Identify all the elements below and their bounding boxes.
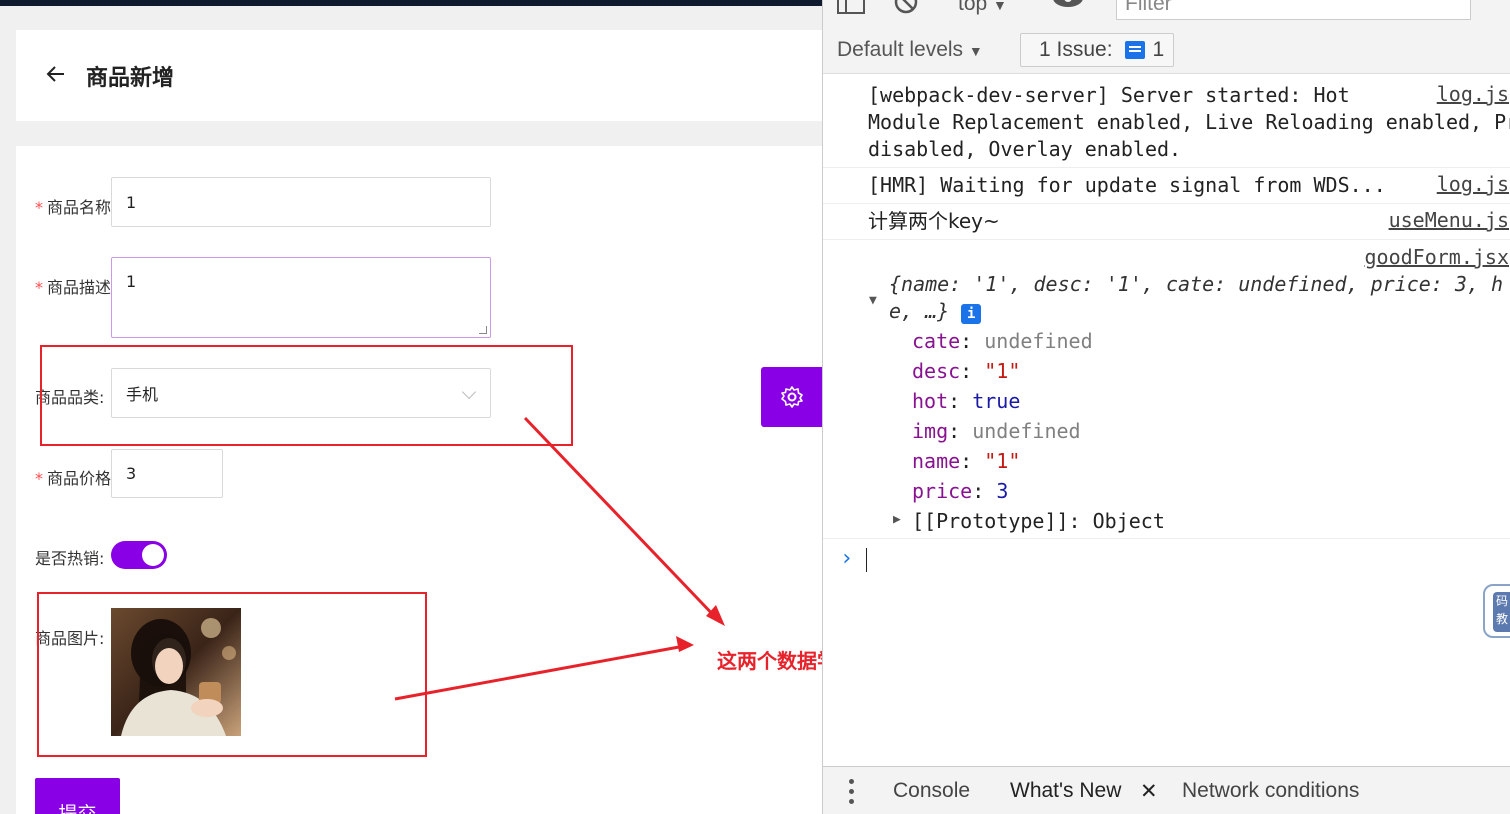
- prop-value: true: [972, 389, 1021, 413]
- prop-key: price: [912, 479, 973, 503]
- log-source-link[interactable]: goodForm.jsx: [1365, 245, 1510, 269]
- clear-console-icon[interactable]: [893, 0, 919, 16]
- object-summary[interactable]: {name: '1', desc: '1', cate: undefined, …: [889, 272, 1503, 296]
- annotation-text: 这两个数据学没有收集到: [717, 649, 822, 673]
- console-log-entry: [webpack-dev-server] Server started: Hot…: [823, 74, 1510, 168]
- prop-value: undefined: [972, 419, 1081, 443]
- prop-key: img: [912, 419, 949, 443]
- prop-key: cate: [912, 329, 961, 353]
- back-arrow-icon[interactable]: [46, 64, 66, 84]
- object-summary-line2: e, …}: [889, 299, 950, 323]
- issues-label: 1 Issue:: [1039, 38, 1113, 61]
- name-label-text: 商品名称: [47, 198, 111, 217]
- tab-whats-new[interactable]: What's New: [1010, 779, 1121, 803]
- expand-triangle-icon[interactable]: ▼: [869, 293, 877, 308]
- required-star: *: [35, 278, 43, 297]
- hot-label: 是否热销:: [35, 549, 105, 568]
- app-panel: 商品新增 * 商品名称 1 * 商品描述 1 商品品类: 手机 * 商品价格 3 是否…: [0, 0, 822, 814]
- required-star: *: [35, 469, 43, 488]
- prop-value: "1": [984, 359, 1021, 383]
- context-selector[interactable]: top ▼: [958, 0, 1007, 16]
- desc-label: * 商品描述: [35, 274, 111, 298]
- devtools-toolbar-levels: Default levels ▼ 1 Issue: 1: [823, 24, 1510, 74]
- prop-key: name: [912, 449, 961, 473]
- chevron-down-icon: ▼: [993, 0, 1007, 13]
- settings-button[interactable]: [761, 367, 822, 427]
- prototype-line[interactable]: [[Prototype]]: Object: [912, 509, 1165, 533]
- prompt-chevron-icon: ›: [840, 546, 854, 571]
- log-text: 计算两个key~: [868, 209, 1000, 233]
- object-prop: cate: undefined: [912, 329, 1093, 353]
- log-source-link[interactable]: useMenu.js: [1389, 208, 1509, 232]
- submit-button[interactable]: 提交: [35, 778, 120, 814]
- price-label: * 商品价格: [35, 465, 111, 489]
- info-icon[interactable]: i: [961, 304, 982, 324]
- page-title: 商品新增: [86, 66, 175, 91]
- close-icon[interactable]: ✕: [1140, 779, 1158, 804]
- object-prop: desc: "1": [912, 359, 1021, 383]
- more-vertical-icon[interactable]: [849, 779, 855, 805]
- levels-label: Default levels: [837, 38, 964, 61]
- price-input[interactable]: 3: [111, 449, 223, 498]
- console-input-caret[interactable]: [866, 548, 867, 572]
- object-prop: hot: true: [912, 389, 1021, 413]
- object-prop: name: "1": [912, 449, 1021, 473]
- switch-knob: [142, 544, 164, 566]
- name-label: * 商品名称: [35, 194, 111, 218]
- top-bar: [0, 0, 822, 6]
- issues-count: 1: [1152, 38, 1165, 61]
- annotation-box-image: [37, 592, 427, 757]
- sidebar-toggle-icon[interactable]: [837, 0, 865, 16]
- object-prop: img: undefined: [912, 419, 1081, 443]
- console-log-entry: [HMR] Waiting for update signal from WDS…: [823, 168, 1510, 204]
- object-summary-cont: e, …} i: [889, 299, 982, 324]
- prop-value: 3: [996, 479, 1009, 503]
- side-badge[interactable]: 码 教: [1483, 584, 1510, 638]
- gear-icon: [780, 386, 803, 408]
- levels-dropdown[interactable]: Default levels ▼: [837, 38, 983, 62]
- tab-network-conditions[interactable]: Network conditions: [1182, 779, 1359, 803]
- object-prop: price: 3: [912, 479, 1009, 503]
- issues-button[interactable]: 1 Issue: 1: [1020, 33, 1174, 67]
- log-source-link[interactable]: log.js: [1420, 82, 1509, 106]
- desc-label-text: 商品描述: [47, 278, 111, 297]
- expand-triangle-icon[interactable]: ▶: [893, 512, 901, 527]
- name-input[interactable]: 1: [111, 177, 491, 227]
- tab-console[interactable]: Console: [893, 779, 970, 803]
- devtools-toolbar-top: top ▼ Filter: [823, 0, 1510, 24]
- page-header: 商品新增: [16, 30, 822, 121]
- message-icon: [1124, 41, 1145, 59]
- eye-icon[interactable]: [1051, 0, 1085, 14]
- side-badge-text: 码 教: [1493, 592, 1510, 632]
- prop-value: "1": [984, 449, 1021, 473]
- log-text: [HMR] Waiting for update signal from WDS…: [868, 173, 1386, 197]
- desc-value: 1: [126, 272, 137, 291]
- required-star: *: [35, 198, 43, 217]
- prop-value: undefined: [984, 329, 1093, 353]
- desc-textarea[interactable]: 1: [111, 257, 491, 338]
- log-source-link[interactable]: log.js: [1420, 172, 1509, 196]
- drawer-tabbar: Console What's New ✕ Network conditions: [823, 766, 1510, 814]
- price-label-text: 商品价格: [47, 469, 111, 488]
- context-label: top: [958, 0, 988, 15]
- log-text: [webpack-dev-server] Server started: Hot…: [868, 83, 1510, 161]
- annotation-box-category: [40, 345, 573, 446]
- prop-key: hot: [912, 389, 949, 413]
- hot-switch[interactable]: [111, 541, 167, 569]
- filter-input[interactable]: Filter: [1116, 0, 1471, 20]
- console-log-entry: 计算两个key~ useMenu.js: [823, 204, 1510, 240]
- devtools-panel: top ▼ Filter Default levels ▼ 1 Issue: 1…: [822, 0, 1510, 814]
- resize-handle-icon[interactable]: [479, 326, 487, 334]
- chevron-down-icon: ▼: [968, 43, 983, 59]
- console-object-entry: goodForm.jsx ▼ {name: '1', desc: '1', ca…: [823, 240, 1510, 539]
- prop-key: desc: [912, 359, 961, 383]
